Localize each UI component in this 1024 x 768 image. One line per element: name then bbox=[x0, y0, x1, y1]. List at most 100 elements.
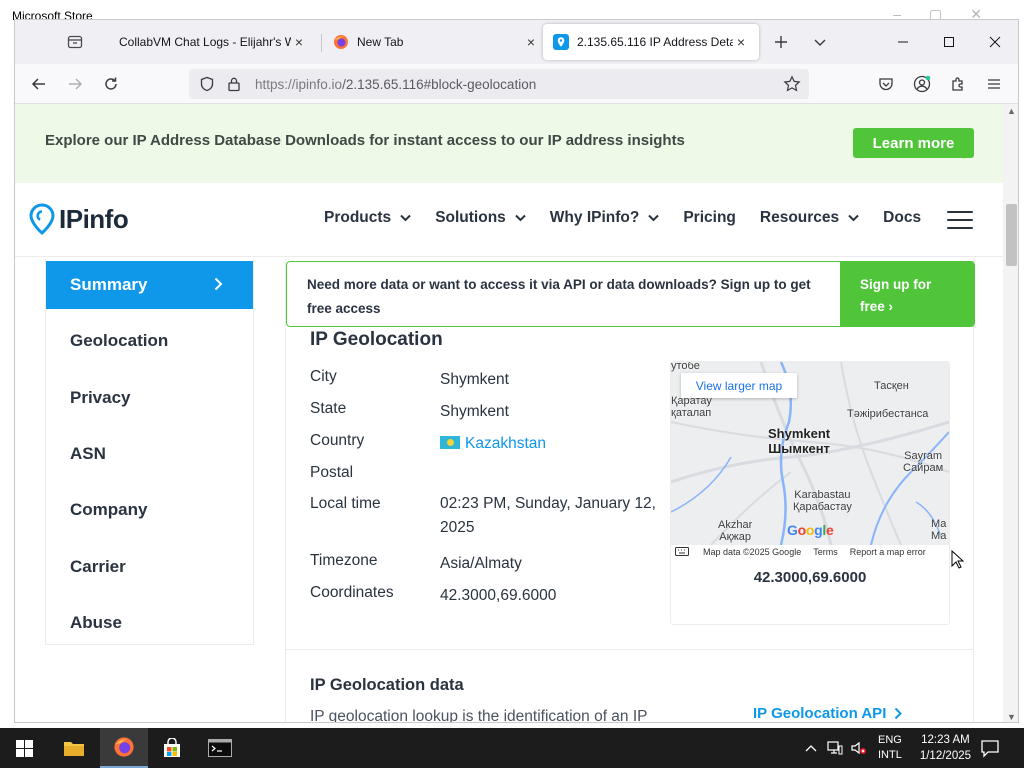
shield-icon[interactable] bbox=[199, 76, 215, 92]
action-center-button[interactable] bbox=[980, 738, 1000, 763]
geolocation-api-link[interactable]: IP Geolocation API bbox=[753, 705, 903, 722]
lock-icon[interactable] bbox=[227, 76, 241, 92]
geo-label: City bbox=[310, 368, 337, 385]
keyboard-layout: INTL bbox=[878, 749, 902, 761]
arrow-right-icon bbox=[69, 78, 83, 90]
embedded-map[interactable]: View larger map Тасқен Тәжірибестанса Қа… bbox=[671, 362, 949, 545]
scrollbar-thumb[interactable] bbox=[1006, 204, 1017, 266]
taskbar-firefox[interactable] bbox=[100, 728, 148, 768]
nav-why-ipinfo[interactable]: Why IPinfo? bbox=[550, 209, 660, 227]
start-button[interactable] bbox=[0, 728, 48, 768]
ipinfo-favicon-icon bbox=[553, 34, 569, 50]
map-label-line: Ма bbox=[931, 518, 947, 530]
taskbar-microsoft-store[interactable] bbox=[148, 728, 196, 768]
tab-ipinfo[interactable]: 2.135.65.116 IP Address Details × bbox=[543, 24, 759, 60]
page-scrollbar[interactable]: ▲ ▼ bbox=[1003, 104, 1018, 722]
account-button[interactable] bbox=[908, 70, 936, 98]
tab-new-tab[interactable]: New Tab × bbox=[323, 24, 549, 60]
system-clock[interactable]: 12:23 AM 1/12/2025 bbox=[920, 732, 971, 764]
scroll-down-arrow-icon[interactable]: ▼ bbox=[1003, 712, 1018, 722]
minimize-button[interactable] bbox=[889, 28, 917, 56]
nav-label: Products bbox=[324, 209, 392, 226]
geo-value bbox=[440, 464, 660, 482]
nav-label: Pricing bbox=[683, 209, 736, 226]
nav-label: Solutions bbox=[435, 209, 506, 226]
nav-solutions[interactable]: Solutions bbox=[435, 209, 526, 227]
back-button[interactable] bbox=[25, 70, 53, 98]
side-item-privacy[interactable]: Privacy bbox=[46, 374, 253, 422]
clock-time: 12:23 AM bbox=[921, 734, 970, 746]
side-item-company[interactable]: Company bbox=[46, 486, 253, 534]
nav-pricing[interactable]: Pricing bbox=[683, 209, 736, 227]
tab-close-button[interactable]: × bbox=[733, 34, 749, 50]
url-path: /2.135.65.116#block-geolocation bbox=[342, 76, 537, 92]
geo-row-coordinates: Coordinates 42.3000,69.6000 bbox=[310, 584, 660, 608]
url-text[interactable]: https://ipinfo.io/2.135.65.116#block-geo… bbox=[255, 77, 536, 92]
section-menu: Summary Geolocation Privacy ASN Company … bbox=[45, 259, 254, 645]
nav-products[interactable]: Products bbox=[324, 209, 411, 227]
show-hidden-icons-chevron-icon[interactable] bbox=[800, 744, 822, 752]
folder-icon bbox=[64, 742, 84, 756]
chevron-down-icon bbox=[515, 214, 526, 222]
learn-more-button[interactable]: Learn more bbox=[853, 128, 974, 158]
keyboard-icon[interactable] bbox=[675, 546, 689, 558]
close-window-button[interactable] bbox=[981, 28, 1009, 56]
geo-label: Timezone bbox=[310, 552, 378, 569]
geo-value: Asia/Almaty bbox=[440, 555, 522, 572]
reload-button[interactable] bbox=[97, 70, 125, 98]
pocket-button[interactable] bbox=[872, 70, 900, 98]
tab-collabvm[interactable]: CollabVM Chat Logs - Elijahr's Web × bbox=[101, 24, 317, 60]
app-menu-button[interactable] bbox=[980, 70, 1008, 98]
volume-muted-icon[interactable] bbox=[848, 741, 870, 755]
side-item-abuse[interactable]: Abuse bbox=[46, 599, 253, 647]
list-all-tabs-button[interactable] bbox=[808, 31, 832, 53]
chevron-right-icon bbox=[894, 707, 903, 720]
map-label: Қаратау bbox=[671, 395, 712, 407]
main-nav: Products Solutions Why IPinfo? Pricing R… bbox=[324, 209, 945, 227]
maximize-button[interactable] bbox=[935, 28, 963, 56]
map-report-link[interactable]: Report a map error bbox=[850, 547, 926, 557]
map-terms-link[interactable]: Terms bbox=[813, 547, 838, 557]
network-icon[interactable] bbox=[824, 741, 846, 755]
map-label: Тәжірибестанса bbox=[847, 408, 929, 420]
extensions-button[interactable] bbox=[944, 70, 972, 98]
new-tab-button[interactable] bbox=[769, 31, 793, 53]
forward-button[interactable] bbox=[61, 70, 89, 98]
geo-row-state: State Shymkent bbox=[310, 400, 660, 424]
map-city-line: Шымкент bbox=[768, 441, 830, 456]
firefox-view-icon bbox=[67, 35, 83, 49]
navigation-toolbar: https://ipinfo.io/2.135.65.116#block-geo… bbox=[15, 64, 1018, 104]
signup-banner: Need more data or want to access it via … bbox=[286, 261, 975, 327]
ipinfo-logo[interactable]: IPinfo bbox=[29, 203, 129, 235]
side-item-carrier[interactable]: Carrier bbox=[46, 543, 253, 591]
side-item-asn[interactable]: ASN bbox=[46, 430, 253, 478]
scroll-up-arrow-icon[interactable]: ▲ bbox=[1003, 106, 1018, 116]
tab-close-button[interactable]: × bbox=[523, 34, 539, 50]
input-language[interactable]: ENG INTL bbox=[878, 733, 902, 763]
map-label-line: Ақжар bbox=[719, 531, 751, 543]
map-attribution: Map data ©2025 Google Terms Report a map… bbox=[671, 545, 949, 559]
chevron-down-icon bbox=[648, 214, 660, 222]
site-menu-button[interactable] bbox=[947, 211, 973, 229]
signup-button[interactable]: Sign up for free › bbox=[840, 262, 974, 326]
main-content: Need more data or want to access it via … bbox=[285, 259, 975, 722]
nav-docs[interactable]: Docs bbox=[883, 209, 921, 227]
account-icon bbox=[913, 75, 931, 93]
bookmark-star-icon[interactable] bbox=[783, 75, 801, 93]
tab-close-button[interactable]: × bbox=[291, 34, 307, 50]
geo-value: Shymkent bbox=[440, 371, 509, 388]
map-label-line: Сайрам bbox=[903, 462, 944, 474]
side-item-geolocation[interactable]: Geolocation bbox=[46, 317, 253, 365]
map-label: Ма Ма bbox=[931, 518, 946, 542]
map-label-line: Ма bbox=[931, 530, 947, 542]
firefox-view-button[interactable] bbox=[63, 31, 87, 53]
url-bar[interactable]: https://ipinfo.io/2.135.65.116#block-geo… bbox=[189, 69, 809, 99]
nav-resources[interactable]: Resources bbox=[760, 209, 859, 227]
country-link[interactable]: Kazakhstan bbox=[465, 435, 546, 452]
map-label: Akzhar Ақжар bbox=[718, 519, 752, 543]
taskbar-terminal[interactable] bbox=[196, 728, 244, 768]
nav-label: Resources bbox=[759, 209, 840, 226]
taskbar-file-explorer[interactable] bbox=[50, 728, 98, 768]
notification-icon bbox=[981, 740, 999, 758]
side-item-summary[interactable]: Summary bbox=[46, 261, 253, 309]
